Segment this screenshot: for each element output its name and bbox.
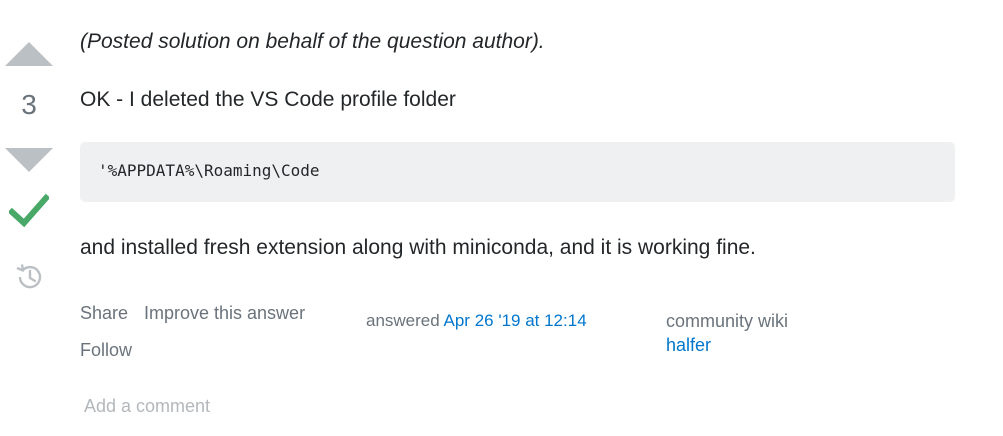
share-link[interactable]: Share [80, 303, 128, 324]
checkmark-icon [9, 193, 49, 228]
user-signature: community wiki halfer [666, 309, 788, 357]
vote-count: 3 [21, 89, 37, 120]
behalf-note: (Posted solution on behalf of the questi… [80, 30, 545, 53]
improve-answer-link[interactable]: Improve this answer [144, 303, 305, 324]
add-comment-link[interactable]: Add a comment [84, 396, 210, 417]
arrow-up-icon[interactable] [5, 42, 53, 66]
answer-text-line1: OK - I deleted the VS Code profile folde… [80, 88, 456, 111]
arrow-down-icon[interactable] [5, 148, 53, 172]
follow-link[interactable]: Follow [80, 340, 132, 361]
code-block: '%APPDATA%\Roaming\Code [80, 142, 955, 202]
answered-date-link[interactable]: Apr 26 '19 at 12:14 [444, 311, 587, 330]
code-path: '%APPDATA%\Roaming\Code [98, 161, 320, 180]
answered-info: answered Apr 26 '19 at 12:14 [366, 311, 587, 331]
history-icon[interactable] [14, 262, 44, 292]
community-wiki-label: community wiki [666, 311, 789, 331]
answer-text-line2: and installed fresh extension along with… [80, 236, 756, 259]
answered-label: answered [366, 311, 440, 330]
user-link[interactable]: halfer [666, 333, 788, 357]
